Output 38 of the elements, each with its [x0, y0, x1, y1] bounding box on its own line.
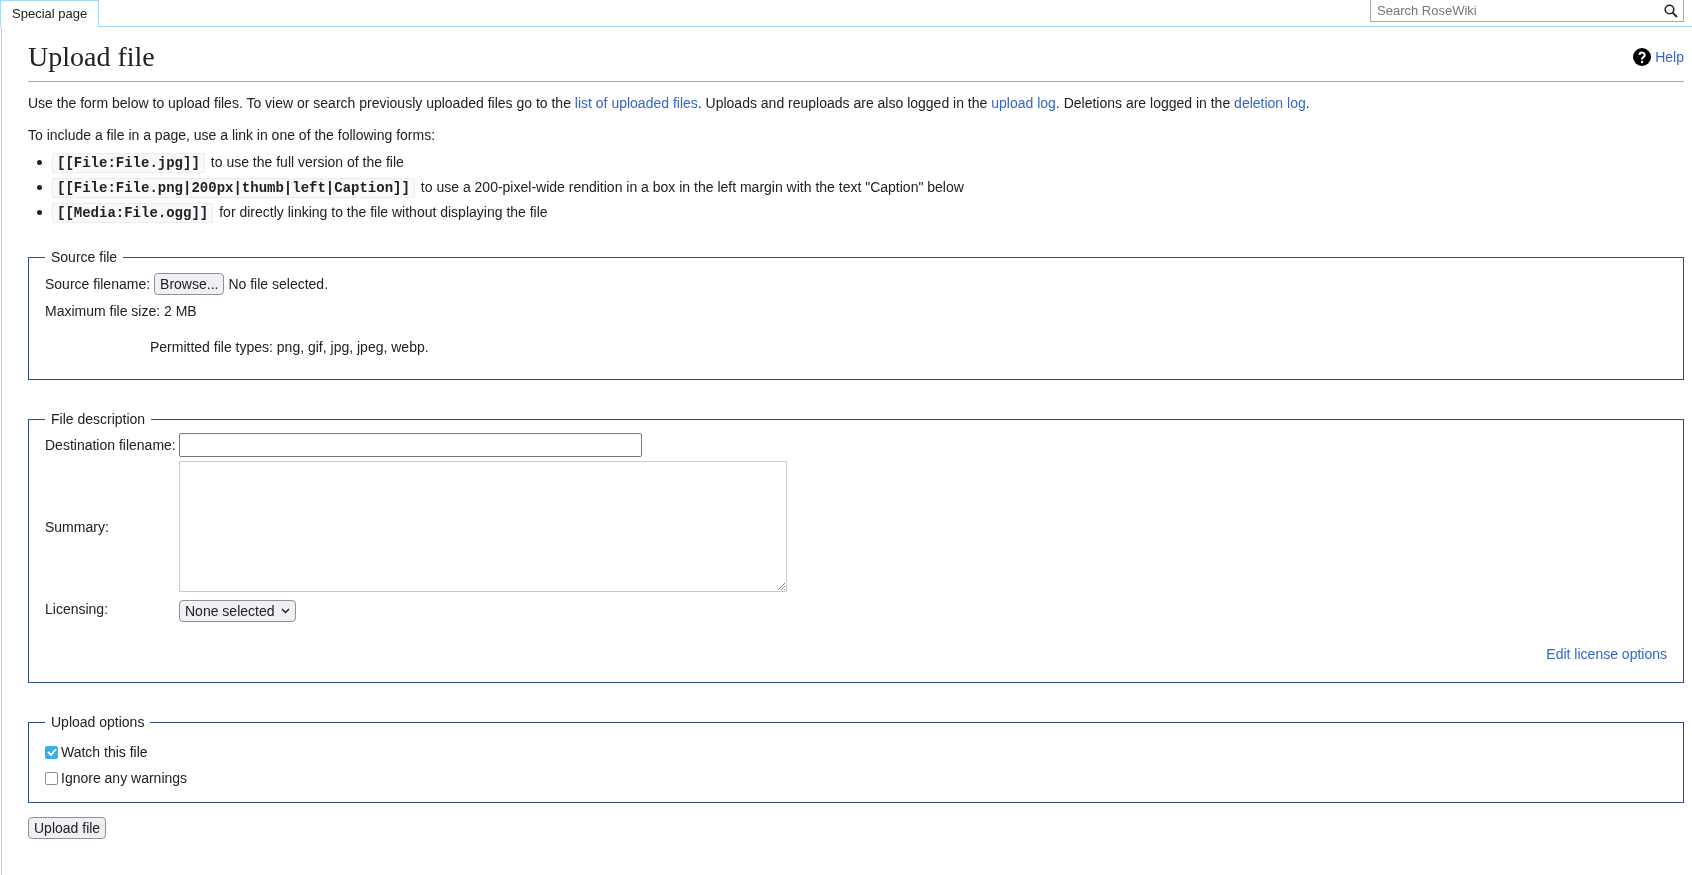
checkbox-label: Ignore any warnings — [61, 769, 188, 789]
upload-file-button[interactable]: Upload file — [28, 817, 107, 840]
checkbox[interactable] — [45, 745, 58, 759]
field-label: Licensing: — [45, 601, 110, 618]
field-label: Summary: — [45, 518, 110, 535]
browse-button[interactable]: Browse... — [154, 273, 225, 296]
intro-link[interactable]: deletion log — [1234, 95, 1306, 112]
page-title: Upload file — [28, 40, 156, 74]
form-description: to use a 200-pixel-wide rendition in a box in the left margin with the text "Caption" below — [420, 179, 964, 196]
code-snippet: [[File:File.png|200px|thumb|left|Caption]] — [52, 178, 415, 199]
max-size-text: Maximum file size: 2 MB — [45, 303, 198, 320]
code-snippet: [[File:File.jpg]] — [52, 153, 205, 174]
permitted-types-text: Permitted file types: png, gif, jpg, jpeg, webp. — [150, 339, 430, 356]
field-label: Source filename: — [45, 276, 151, 293]
tab[interactable]: Special page — [0, 0, 100, 27]
intro-text: Use the form below to upload files. To view or search previously uploaded files go to the list of uploaded files. Uploads and reuploads are also logged in the upload log. Deletions are logged in the deletion log. — [28, 94, 1311, 114]
help-link[interactable]: Help — [1633, 48, 1684, 67]
form-description: to use the full version of the file — [210, 154, 404, 171]
checkbox-label: Watch this file — [61, 743, 148, 763]
caret-icon — [280, 608, 290, 615]
help-icon[interactable] — [1633, 48, 1652, 67]
section-legend: Source file — [45, 249, 124, 266]
search-icon[interactable] — [1664, 4, 1678, 18]
forms-intro-text: To include a file in a page, use a link in one of the following forms: — [28, 126, 437, 146]
section-legend: Upload options — [45, 714, 151, 731]
intro-link[interactable]: upload log — [991, 95, 1056, 112]
file-status: No file selected. — [228, 276, 329, 293]
field-label: Destination filename: — [45, 437, 177, 454]
intro-link[interactable]: list of uploaded files — [574, 95, 698, 112]
checkbox[interactable] — [45, 771, 58, 785]
search-field[interactable]: Search RoseWiki — [1370, 0, 1684, 22]
edit-license-link[interactable]: Edit license options — [1546, 646, 1667, 663]
licensing-select[interactable]: None selected — [179, 600, 296, 623]
form-description: for directly linking to the file without displaying the file — [219, 204, 548, 221]
section-legend: File description — [45, 411, 152, 428]
destination-input[interactable] — [179, 433, 642, 458]
resize-grip-icon[interactable] — [777, 582, 785, 591]
code-snippet: [[Media:File.ogg]] — [52, 203, 214, 224]
